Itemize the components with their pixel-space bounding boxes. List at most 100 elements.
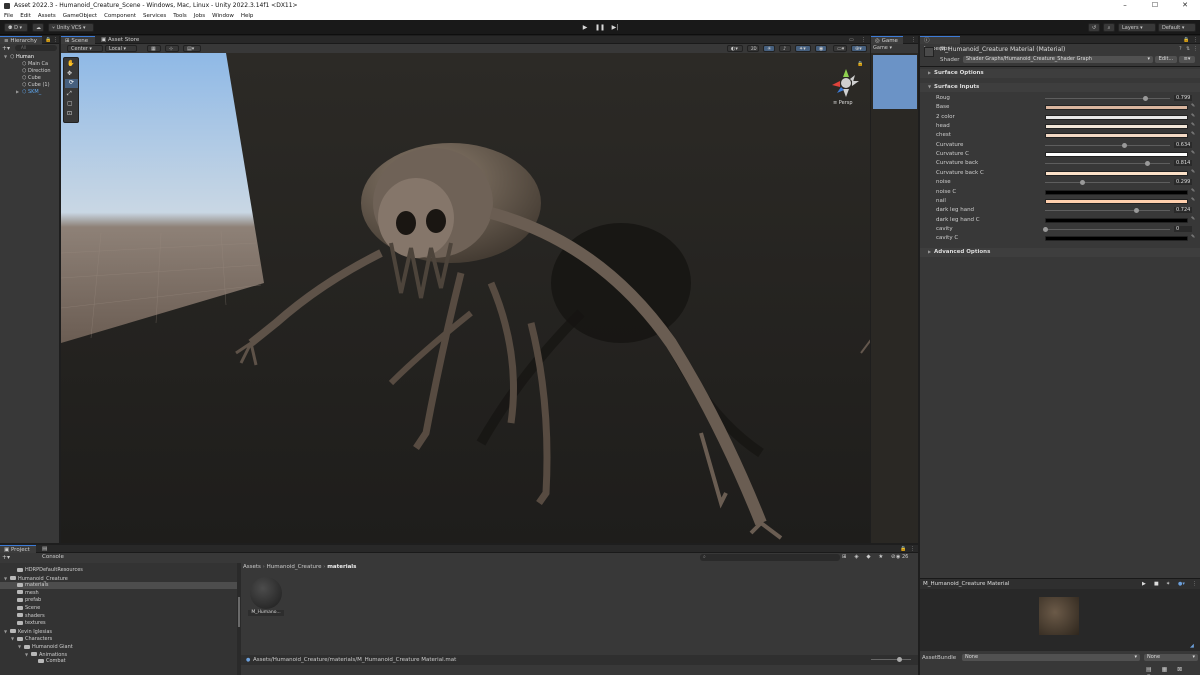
- color-swatch[interactable]: [1045, 105, 1188, 111]
- sphere-icon[interactable]: ●▾: [1178, 581, 1185, 587]
- camera-icon[interactable]: ▭▾: [833, 45, 847, 52]
- shader-menu-button[interactable]: ≡▾: [1179, 56, 1195, 63]
- 2d-toggle[interactable]: 2D: [747, 45, 759, 52]
- menu-edit[interactable]: Edit: [20, 13, 31, 19]
- eyedropper-icon[interactable]: ✎: [1191, 197, 1196, 203]
- slider-handle[interactable]: [1142, 96, 1148, 101]
- more-icon[interactable]: ⋮: [910, 546, 915, 552]
- color-swatch[interactable]: [1045, 152, 1188, 158]
- property-slider[interactable]: [1043, 226, 1170, 232]
- tab-hierarchy[interactable]: ≡ Hierarchy: [0, 36, 42, 44]
- breadcrumb-materials[interactable]: materials: [327, 564, 356, 570]
- property-slider[interactable]: [1045, 96, 1170, 101]
- menu-assets[interactable]: Assets: [38, 13, 56, 19]
- asset-variant-dropdown[interactable]: None ▾: [1144, 654, 1198, 661]
- transform-tool-icon[interactable]: ⊡: [67, 110, 72, 117]
- surface-options-header[interactable]: ▶ Surface Options: [920, 69, 1200, 78]
- surface-inputs-header[interactable]: ▼ Surface Inputs: [920, 83, 1200, 92]
- asset-bundle-dropdown[interactable]: None ▾: [962, 654, 1140, 661]
- property-value-field[interactable]: 0.634: [1174, 141, 1192, 148]
- project-folder-item[interactable]: textures: [0, 620, 237, 627]
- orientation-gizmo[interactable]: [829, 67, 863, 99]
- color-swatch[interactable]: [1045, 198, 1188, 204]
- project-folder-item[interactable]: Combat: [0, 658, 237, 665]
- color-swatch[interactable]: [1045, 124, 1188, 130]
- project-folder-item[interactable]: ▼ Humanoid_Creature: [0, 575, 237, 582]
- layout-dropdown[interactable]: Default ▾: [1158, 23, 1196, 32]
- minimize-button[interactable]: –: [1110, 0, 1140, 11]
- layers-dropdown[interactable]: Layers ▾: [1118, 23, 1156, 32]
- play-icon[interactable]: ▶: [1142, 581, 1146, 587]
- vcs-dropdown[interactable]: ⑂ Unity VCS ▾: [48, 23, 94, 32]
- filter-icons[interactable]: ⊞ ◈ ◆ ★ ⊘: [842, 554, 899, 560]
- menu-services[interactable]: Services: [143, 13, 166, 19]
- tab-game[interactable]: ◎ Game: [871, 36, 903, 44]
- more-icon[interactable]: ⋮: [53, 37, 58, 43]
- step-icon[interactable]: ▶|: [609, 23, 621, 32]
- project-folder-item[interactable]: materials: [0, 582, 237, 590]
- tab-inspector[interactable]: ⓘ Inspector: [920, 36, 960, 52]
- rect-tool-icon[interactable]: ▢: [67, 100, 73, 107]
- audio-icon[interactable]: ♪: [779, 45, 791, 52]
- eyedropper-icon[interactable]: ✎: [1191, 216, 1196, 222]
- move-tool-icon[interactable]: ✥: [67, 70, 72, 77]
- project-folder-item[interactable]: ▼ Kevin Iglesias: [0, 628, 237, 635]
- light-icon[interactable]: ✶: [1166, 581, 1170, 587]
- property-slider[interactable]: [1045, 161, 1170, 167]
- preset-icon[interactable]: ⇅: [1186, 46, 1190, 52]
- color-swatch[interactable]: [1045, 189, 1188, 195]
- edit-shader-button[interactable]: Edit...: [1155, 56, 1177, 63]
- more-icon[interactable]: ⋮: [1193, 46, 1198, 52]
- pause-icon[interactable]: ❚❚: [594, 23, 606, 32]
- project-folder-item[interactable]: mesh: [0, 590, 237, 597]
- slider-handle[interactable]: [1043, 226, 1048, 232]
- eyedropper-icon[interactable]: ✎: [1191, 151, 1196, 156]
- project-folder-item[interactable]: ▼ Humanoid Giant: [0, 643, 237, 650]
- rotate-tool-icon[interactable]: ⟳: [65, 79, 78, 88]
- eyedropper-icon[interactable]: ✎: [1191, 104, 1196, 109]
- menu-component[interactable]: Component: [104, 13, 136, 19]
- property-value-field[interactable]: 0.799: [1174, 95, 1192, 101]
- space-dropdown[interactable]: Local ▾: [105, 45, 137, 52]
- color-swatch[interactable]: [1045, 114, 1188, 120]
- cloud-icon[interactable]: ☁: [32, 23, 44, 32]
- color-swatch[interactable]: [1045, 217, 1188, 223]
- property-slider[interactable]: [1045, 142, 1170, 148]
- slider-handle[interactable]: [1133, 208, 1139, 214]
- property-value-field[interactable]: 0.299: [1174, 179, 1192, 186]
- create-icon[interactable]: +▾: [2, 554, 10, 561]
- effects-icon[interactable]: ✦▾: [795, 45, 811, 52]
- hand-tool-icon[interactable]: ✋: [67, 60, 74, 67]
- stop-icon[interactable]: ■: [1154, 581, 1159, 587]
- project-search-input[interactable]: ⌕: [700, 554, 840, 561]
- color-swatch[interactable]: [1045, 236, 1188, 242]
- eyedropper-icon[interactable]: ✎: [1191, 188, 1196, 194]
- slider-handle[interactable]: [1080, 180, 1086, 186]
- maximize-icon[interactable]: ▭: [849, 37, 854, 43]
- lock-icon[interactable]: 🔒: [857, 61, 863, 67]
- history-icon[interactable]: ↺: [1088, 23, 1100, 32]
- resize-icon[interactable]: ◢: [1190, 643, 1194, 649]
- menu-tools[interactable]: Tools: [173, 13, 187, 19]
- property-slider[interactable]: [1045, 180, 1170, 186]
- slider-handle[interactable]: [1144, 161, 1150, 167]
- lock-icon[interactable]: 🔒: [45, 37, 51, 43]
- project-folder-item[interactable]: ▼ Characters: [0, 635, 237, 642]
- property-slider[interactable]: [1045, 208, 1170, 214]
- eyedropper-icon[interactable]: ✎: [1191, 169, 1196, 175]
- tab-scene[interactable]: ⊞ Scene: [61, 36, 95, 44]
- tab-asset-store[interactable]: ▣ Asset Store: [97, 36, 145, 44]
- pivot-dropdown[interactable]: Center ▾: [67, 45, 103, 52]
- material-asset-label[interactable]: M_Humano...: [248, 610, 284, 616]
- account-dropdown[interactable]: ⚉ D ▾: [4, 23, 28, 32]
- shader-dropdown[interactable]: Shader Graphs/Humanoid_Creature_Shader G…: [963, 56, 1153, 63]
- menu-jobs[interactable]: Jobs: [194, 13, 205, 19]
- increment-snap-icon[interactable]: ▤▾: [183, 45, 201, 52]
- eyedropper-icon[interactable]: ✎: [1191, 235, 1196, 240]
- grid-snap-icon[interactable]: ▦: [147, 45, 161, 52]
- menu-window[interactable]: Window: [212, 13, 234, 19]
- game-viewport[interactable]: [871, 53, 918, 543]
- hierarchy-search-input[interactable]: All: [15, 45, 57, 51]
- hidden-packages-count[interactable]: ◉ 26: [896, 554, 908, 560]
- advanced-options-header[interactable]: ▶ Advanced Options: [920, 248, 1200, 257]
